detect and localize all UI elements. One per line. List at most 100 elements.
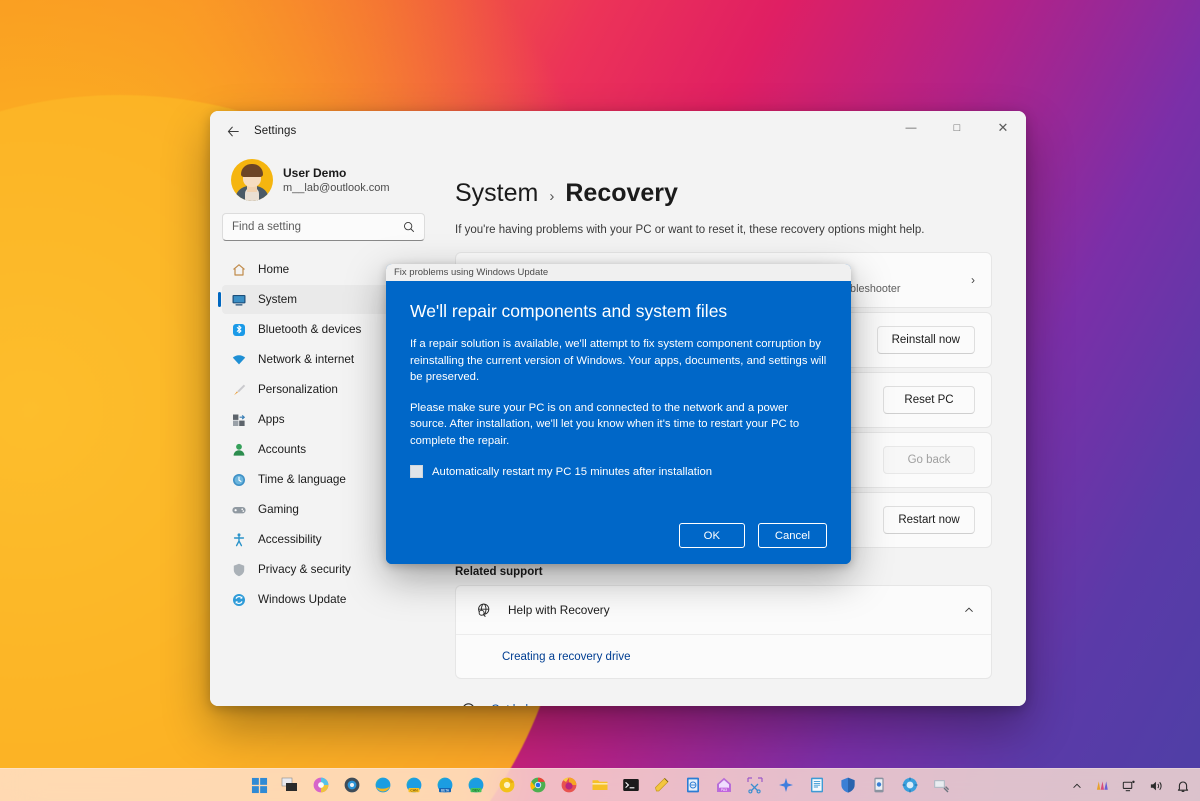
back-arrow-icon[interactable]	[218, 117, 248, 145]
accessibility-icon	[230, 531, 248, 549]
ok-button[interactable]: OK	[679, 523, 745, 548]
sidebar-item-label: Apps	[258, 413, 285, 426]
notepad-pen-icon[interactable]	[651, 774, 673, 796]
file-explorer-icon[interactable]	[589, 774, 611, 796]
snipping-tool-icon[interactable]	[744, 774, 766, 796]
dialog-titlebar: Fix problems using Windows Update	[386, 264, 851, 281]
chrome-canary-icon[interactable]	[496, 774, 518, 796]
breadcrumb-separator: ›	[549, 188, 554, 205]
widgets-icon[interactable]	[1095, 779, 1110, 793]
system-icon	[230, 291, 248, 309]
support-link-row[interactable]: Creating a recovery drive	[456, 634, 991, 678]
get-help-link[interactable]: Get help	[491, 704, 534, 707]
chrome-icon[interactable]	[527, 774, 549, 796]
close-button[interactable]: ✕	[980, 111, 1026, 145]
profile-email: m__lab@outlook.com	[283, 181, 390, 196]
chevron-up-icon[interactable]	[963, 604, 975, 616]
edge-dev-icon[interactable]: DEV	[465, 774, 487, 796]
firefox-icon[interactable]	[558, 774, 580, 796]
phone-link-icon[interactable]	[868, 774, 890, 796]
task-view-icon[interactable]	[279, 774, 301, 796]
user-profile[interactable]: User Demo m__lab@outlook.com	[222, 151, 425, 213]
shield-icon	[230, 561, 248, 579]
search-icon	[403, 221, 415, 233]
dialog-paragraph-1: If a repair solution is available, we'll…	[410, 336, 827, 386]
brush-icon	[230, 381, 248, 399]
dialog-body: We'll repair components and system files…	[386, 281, 851, 564]
paint-icon[interactable]: PA3	[713, 774, 735, 796]
word-web-icon[interactable]	[682, 774, 704, 796]
taskbar: CAN BETA DEV	[0, 768, 1200, 801]
system-tray	[1071, 769, 1190, 801]
sidebar-item-label: System	[258, 293, 297, 306]
settings-icon[interactable]	[341, 774, 363, 796]
copilot-icon[interactable]	[310, 774, 332, 796]
sidebar-item-label: Privacy & security	[258, 563, 351, 576]
update-icon	[230, 591, 248, 609]
sidebar-item-label: Gaming	[258, 503, 299, 516]
desktop: Settings — □ ✕ User Demo m__lab@outlook.…	[0, 0, 1200, 801]
sidebar-item-label: Accounts	[258, 443, 306, 456]
volume-icon[interactable]	[1149, 779, 1164, 793]
notepad-icon[interactable]	[806, 774, 828, 796]
restart-now-button[interactable]: Restart now	[883, 506, 975, 534]
go-back-button: Go back	[883, 446, 975, 474]
reset-pc-button[interactable]: Reset PC	[883, 386, 975, 414]
search-box[interactable]	[222, 213, 425, 241]
sidebar-item-windows-update[interactable]: Windows Update	[222, 585, 425, 614]
terminal-icon[interactable]	[620, 774, 642, 796]
svg-text:BETA: BETA	[441, 788, 450, 792]
sidebar-item-label: Windows Update	[258, 593, 346, 606]
home-icon	[230, 261, 248, 279]
clock-icon	[230, 471, 248, 489]
dialog-paragraph-2: Please make sure your PC is on and conne…	[410, 400, 827, 450]
dialog-actions: OK Cancel	[410, 523, 827, 548]
related-support-label: Related support	[455, 566, 992, 578]
auto-restart-checkbox[interactable]	[410, 465, 423, 478]
page-title: Recovery	[565, 179, 678, 208]
edge-canary-icon[interactable]: CAN	[403, 774, 425, 796]
globe-search-icon	[472, 601, 494, 620]
security-icon[interactable]	[837, 774, 859, 796]
wifi-icon	[230, 351, 248, 369]
sidebar-item-label: Network & internet	[258, 353, 354, 366]
sidebar-item-label: Bluetooth & devices	[258, 323, 361, 336]
related-support-card: Help with Recovery Creating a recovery d…	[455, 585, 992, 679]
gamepad-icon	[230, 501, 248, 519]
minimize-button[interactable]: —	[888, 111, 934, 145]
svg-text:PA3: PA3	[721, 788, 727, 792]
cancel-button[interactable]: Cancel	[758, 523, 827, 548]
sidebar-item-label: Time & language	[258, 473, 346, 486]
taskbar-apps: CAN BETA DEV	[248, 774, 952, 796]
help-with-recovery-row[interactable]: Help with Recovery	[456, 586, 991, 634]
start-button-icon[interactable]	[248, 774, 270, 796]
edge-icon[interactable]	[372, 774, 394, 796]
edge-beta-icon[interactable]: BETA	[434, 774, 456, 796]
creating-a-recovery-drive-link[interactable]: Creating a recovery drive	[502, 651, 630, 663]
designer-icon[interactable]	[775, 774, 797, 796]
search-input[interactable]	[232, 221, 403, 233]
show-hidden-icons-chevron[interactable]	[1071, 780, 1083, 792]
maximize-button[interactable]: □	[934, 111, 980, 145]
chevron-right-icon[interactable]: ›	[971, 273, 975, 287]
network-icon[interactable]	[1122, 779, 1137, 793]
profile-name: User Demo	[283, 165, 390, 181]
sidebar-item-label: Accessibility	[258, 533, 322, 546]
account-icon	[230, 441, 248, 459]
get-help-icon: ?	[457, 701, 479, 706]
auto-restart-checkbox-row[interactable]: Automatically restart my PC 15 minutes a…	[410, 465, 827, 478]
window-titlebar: Settings — □ ✕	[210, 111, 1026, 151]
notification-bell-icon[interactable]	[1176, 779, 1190, 793]
avatar	[231, 159, 273, 201]
apps-icon	[230, 411, 248, 429]
control-panel-icon[interactable]	[899, 774, 921, 796]
get-help-row[interactable]: ? Get help	[455, 701, 992, 706]
svg-text:CAN: CAN	[410, 788, 418, 792]
breadcrumb-root[interactable]: System	[455, 179, 538, 208]
device-manager-icon[interactable]	[930, 774, 952, 796]
repair-dialog: Fix problems using Windows Update We'll …	[386, 264, 851, 564]
window-title: Settings	[254, 125, 296, 137]
reinstall-now-button[interactable]: Reinstall now	[877, 326, 975, 354]
auto-restart-checkbox-label: Automatically restart my PC 15 minutes a…	[432, 466, 712, 478]
page-subtitle: If you're having problems with your PC o…	[455, 224, 992, 236]
